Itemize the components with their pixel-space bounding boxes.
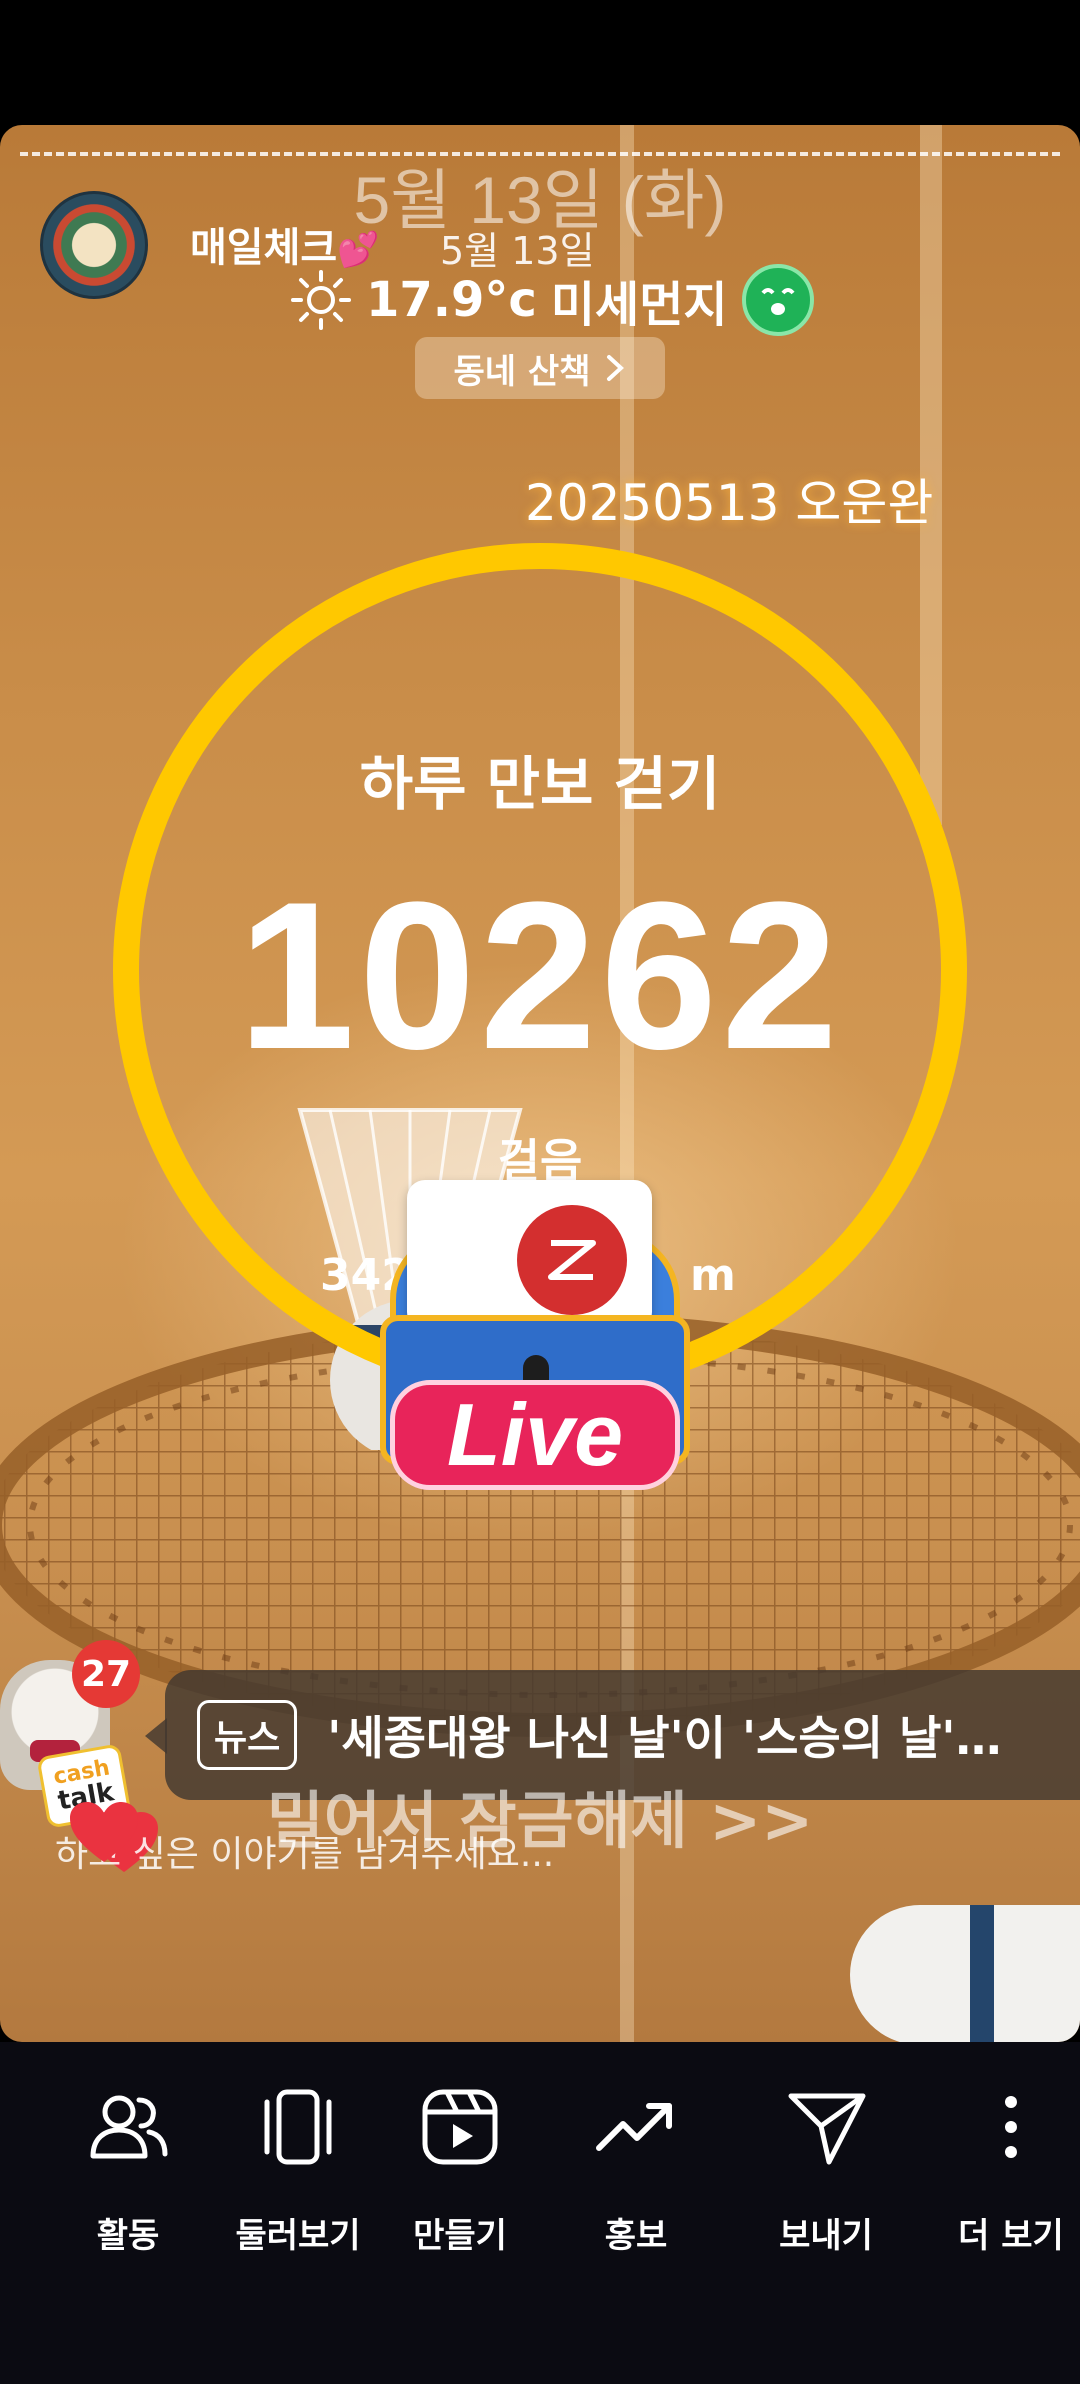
trend-up-icon [596,2103,672,2151]
weather-row: 17.9°c 미세먼지 [290,260,814,340]
nav-send[interactable]: 보내기 [736,2082,916,2282]
more-vertical-icon [1005,2096,1017,2158]
sun-icon [291,270,351,330]
heart-icon[interactable] [68,1800,140,1866]
reels-icon [422,2089,498,2165]
nav-create[interactable]: 만들기 [370,2082,550,2282]
nav-create-label: 만들기 [413,2216,507,2256]
workout-label: 20250513 오운완 [525,474,934,532]
walk-chip-label: 동네 산책 [453,351,591,392]
nav-browse-label: 둘러보기 [235,2216,361,2256]
app-card [407,1180,652,1330]
avatar[interactable] [40,191,148,299]
swipe-icon [264,2089,332,2165]
goal-title: 하루 만보 걷기 [359,750,721,818]
nav-promote-label: 홍보 [604,2216,668,2256]
good-face-icon [741,264,814,336]
air-quality-label: 미세먼지 [550,277,728,333]
news-tag: 뉴스 [197,1700,298,1770]
send-icon [788,2093,866,2165]
nav-more[interactable]: 더 보기 [926,2082,1080,2282]
live-sticker[interactable]: Live [365,1170,710,1490]
nav-promote[interactable]: 홍보 [546,2082,726,2282]
nav-activity-label: 활동 [96,2216,160,2256]
news-headline[interactable]: '세종대왕 나신 날'이 '스승의 날'… [327,1702,1080,1768]
nav-send-label: 보내기 [779,2216,873,2256]
bottom-action-bar: 활동 둘러보기 만들기 홍보 보내기 더 보기 [0,2042,1080,2384]
nav-more-label: 더 보기 [958,2216,1064,2256]
chevron-right-icon [607,355,625,381]
walk-chip[interactable]: 동네 산책 [415,337,665,399]
temperature: 17.9°c [366,272,537,328]
screen: 5월 13일 (화) 매일체크💕 5월 13일 17.9°c 미세먼지 동네 산… [0,0,1080,2384]
people-icon [90,2095,168,2159]
zigzag-logo-icon [517,1205,627,1315]
shuttlecock-image [850,1905,1080,2042]
nav-browse[interactable]: 둘러보기 [208,2082,388,2282]
step-count: 10262 [238,858,842,1093]
nav-activity[interactable]: 활동 [38,2082,218,2282]
live-label: Live [390,1380,680,1490]
notification-badge: 27 [72,1640,140,1708]
